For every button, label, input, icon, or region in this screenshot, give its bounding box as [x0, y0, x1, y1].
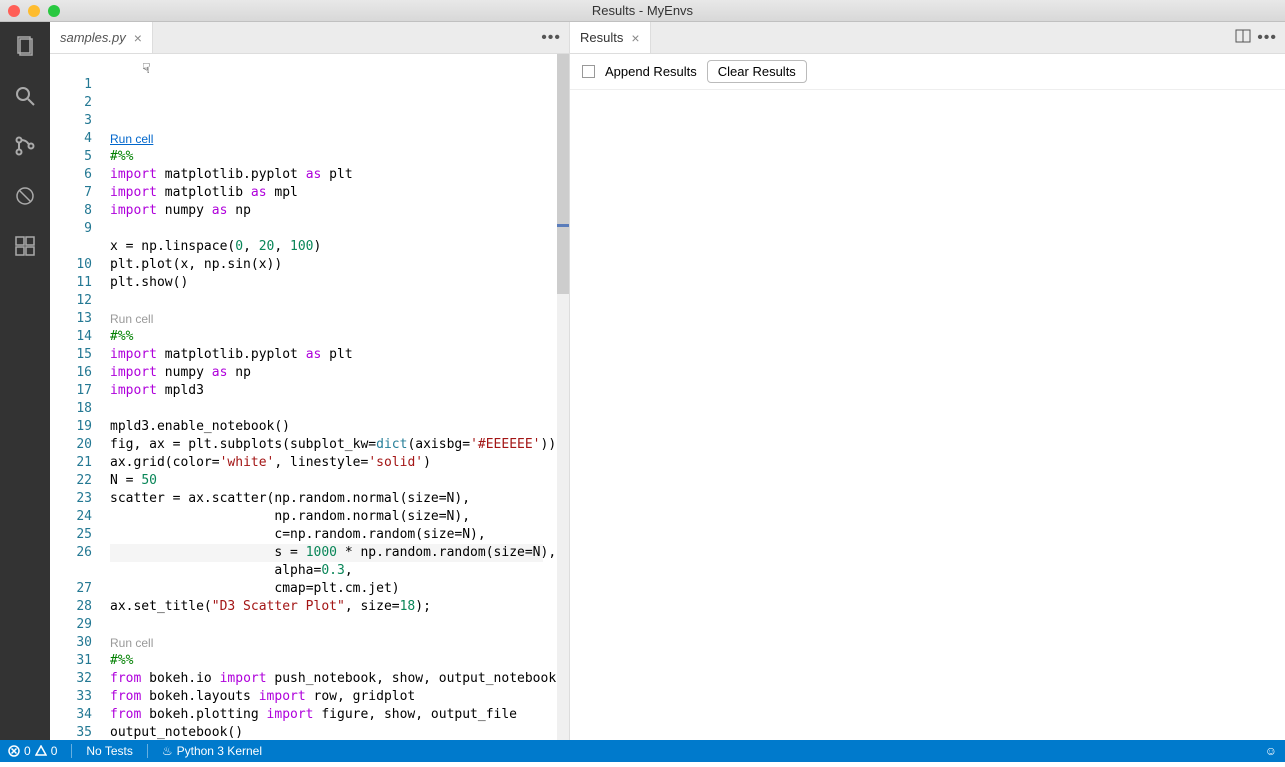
split-editor-icon[interactable] — [1235, 28, 1251, 47]
minimap[interactable] — [557, 54, 569, 740]
append-results-checkbox[interactable] — [582, 65, 595, 78]
debug-icon[interactable] — [11, 182, 39, 210]
editor-actions[interactable]: ••• — [533, 22, 569, 53]
explorer-icon[interactable] — [11, 32, 39, 60]
code-editor[interactable]: 1234567891011121314151617181920212223242… — [50, 54, 569, 740]
source-control-icon[interactable] — [11, 132, 39, 160]
more-icon: ••• — [541, 29, 561, 47]
run-cell-codelens[interactable]: Run cell — [110, 634, 557, 652]
cursor-icon: ☟ — [142, 60, 150, 78]
status-kernel[interactable]: ♨ Python 3 Kernel — [162, 744, 262, 758]
clear-results-button[interactable]: Clear Results — [707, 60, 807, 83]
activity-bar — [0, 22, 50, 740]
window-title: Results - MyEnvs — [0, 3, 1285, 18]
flame-icon: ♨ — [162, 744, 173, 758]
smile-icon: ☺ — [1265, 744, 1277, 758]
editor-tabbar: samples.py × ••• — [50, 22, 569, 54]
search-icon[interactable] — [11, 82, 39, 110]
status-tests[interactable]: No Tests — [86, 744, 132, 758]
status-feedback[interactable]: ☺ — [1265, 744, 1277, 758]
run-cell-codelens[interactable]: Run cell — [110, 310, 557, 328]
extensions-icon[interactable] — [11, 232, 39, 260]
tab-label: samples.py — [60, 30, 126, 45]
tab-results[interactable]: Results × — [570, 22, 651, 53]
tab-samples[interactable]: samples.py × — [50, 22, 153, 53]
run-cell-codelens[interactable]: Run cell — [110, 130, 557, 148]
statusbar: 0 0 No Tests ♨ Python 3 Kernel ☺ — [0, 740, 1285, 762]
results-tabbar: Results × ••• — [570, 22, 1285, 54]
status-errors[interactable]: 0 0 — [8, 744, 57, 758]
more-icon[interactable]: ••• — [1257, 29, 1277, 47]
append-results-label: Append Results — [605, 64, 697, 79]
close-icon[interactable]: × — [631, 30, 639, 46]
tab-label: Results — [580, 30, 623, 45]
titlebar: Results - MyEnvs — [0, 0, 1285, 22]
close-icon[interactable]: × — [134, 30, 142, 46]
results-toolbar: Append Results Clear Results — [570, 54, 1285, 90]
